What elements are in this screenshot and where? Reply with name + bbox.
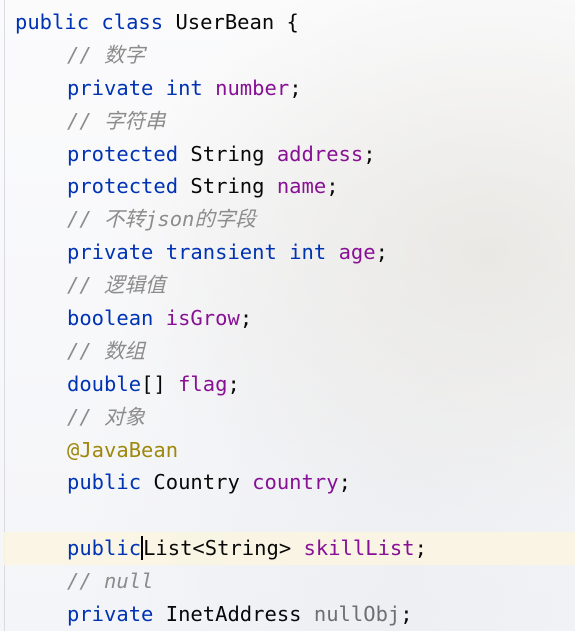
field-name: number xyxy=(215,75,290,100)
code-line-comment[interactable]: // 字符串 xyxy=(15,105,575,138)
code-line-comment[interactable]: // 对象 xyxy=(15,401,575,434)
keyword-public: public xyxy=(15,10,90,34)
field-name: isGrow xyxy=(165,306,240,331)
code-line-comment[interactable]: // null xyxy=(15,565,575,598)
code-line-field-skilllist-current[interactable]: publicList<String> skillList; xyxy=(4,532,575,566)
code-line-empty[interactable] xyxy=(15,499,575,532)
code-line-comment[interactable]: // 逻辑值 xyxy=(15,269,575,302)
field-name-unused: nullObj xyxy=(313,602,401,627)
comment: // 逻辑值 xyxy=(67,273,166,298)
keyword-class: class xyxy=(101,10,164,34)
code-line-class-declaration[interactable]: public class UserBean { xyxy=(15,6,575,39)
code-line-field-country[interactable]: public Country country; xyxy=(15,466,575,499)
code-line-comment[interactable]: // 不转json的字段 xyxy=(15,203,575,236)
code-line-field-flag[interactable]: double[] flag; xyxy=(15,368,575,401)
annotation: @JavaBean xyxy=(67,437,179,462)
field-name: age xyxy=(338,240,376,265)
field-name: address xyxy=(276,141,364,166)
comment: // 对象 xyxy=(67,404,146,429)
code-line-field-address[interactable]: protected String address; xyxy=(15,138,575,171)
comment: // null xyxy=(67,569,154,594)
code-line-field-age[interactable]: private transient int age; xyxy=(15,236,575,269)
code-line-comment[interactable]: // 数字 xyxy=(15,39,575,72)
code-editor[interactable]: public class UserBean { // 数字 private in… xyxy=(4,6,575,631)
code-line-field-number[interactable]: private int number; xyxy=(15,72,575,105)
field-name: skillList xyxy=(303,536,415,561)
comment: // 不转json的字段 xyxy=(67,207,256,232)
class-name: UserBean { xyxy=(163,10,299,34)
code-line-field-isgrow[interactable]: boolean isGrow; xyxy=(15,302,575,335)
code-line-field-name[interactable]: protected String name; xyxy=(15,170,575,203)
code-line-comment[interactable]: // 数组 xyxy=(15,335,575,368)
code-line-field-nullobj[interactable]: private InetAddress nullObj; xyxy=(15,598,575,631)
field-name: name xyxy=(276,174,327,199)
comment: // 字符串 xyxy=(67,108,166,133)
comment: // 数组 xyxy=(67,338,146,363)
field-name: flag xyxy=(178,371,228,396)
comment: // 数字 xyxy=(67,42,146,67)
field-name: country xyxy=(252,470,339,495)
code-line-annotation[interactable]: @JavaBean xyxy=(15,434,575,467)
